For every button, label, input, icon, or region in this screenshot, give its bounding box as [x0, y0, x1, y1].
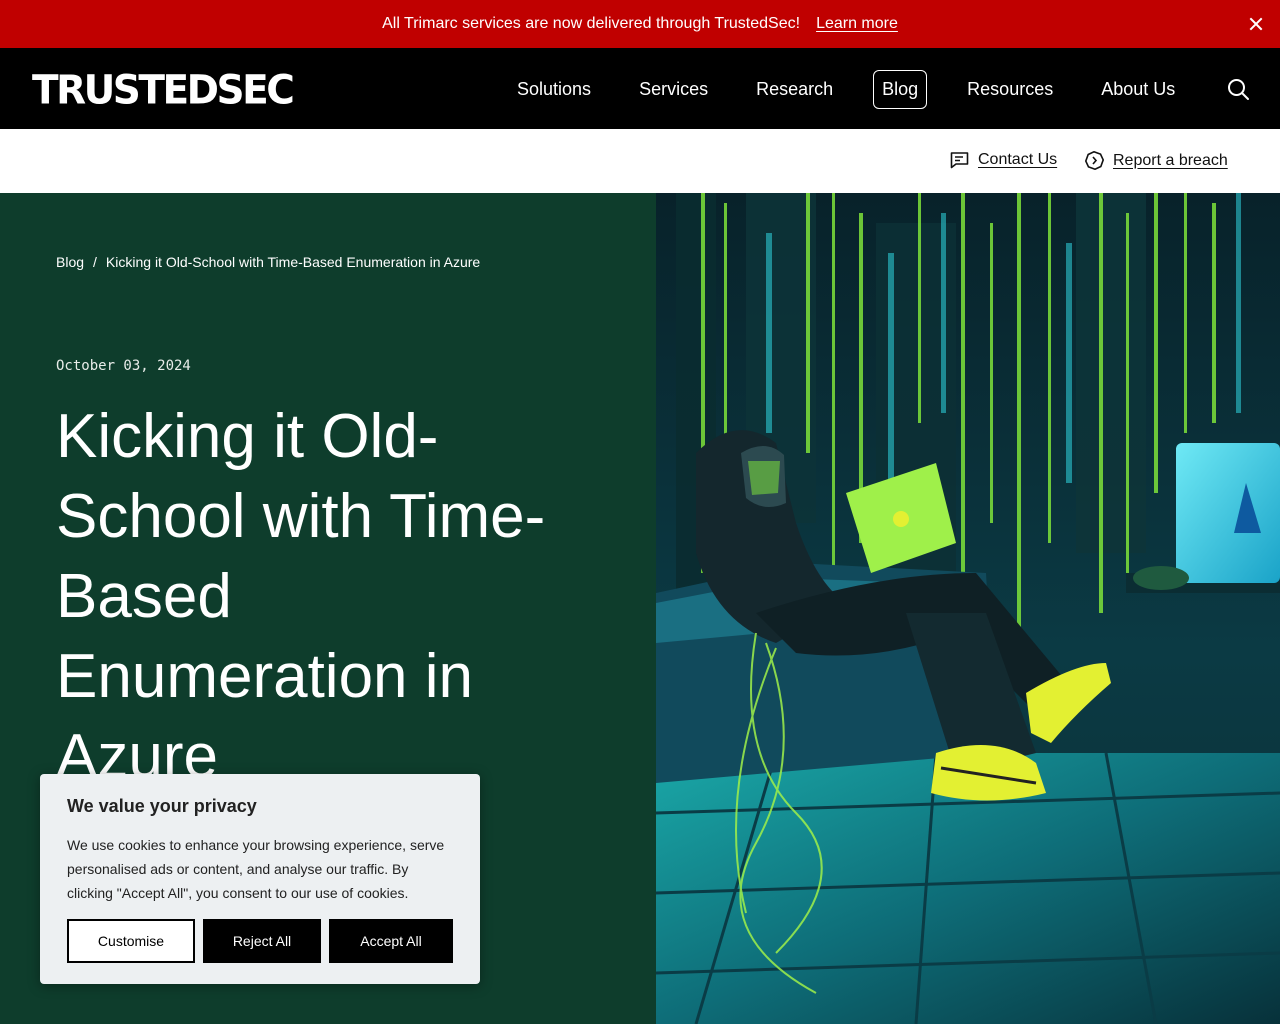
breadcrumb-blog-link[interactable]: Blog	[56, 254, 84, 270]
nav-item-about-us[interactable]: About Us	[1077, 71, 1199, 108]
learn-more-link[interactable]: Learn more	[816, 15, 898, 33]
site-logo[interactable]: TRUSTEDSEC	[32, 68, 295, 114]
cookie-banner: We value your privacy We use cookies to …	[40, 774, 480, 984]
nav-item-blog[interactable]: Blog	[873, 70, 928, 109]
alert-octagon-icon	[1085, 151, 1104, 170]
nav-item-solutions[interactable]: Solutions	[493, 71, 615, 108]
reject-all-button[interactable]: Reject All	[203, 919, 321, 963]
message-icon	[950, 152, 969, 169]
breadcrumb: Blog / Kicking it Old-School with Time-B…	[56, 254, 480, 270]
accept-all-button[interactable]: Accept All	[329, 919, 453, 963]
main-navigation: TRUSTEDSEC Solutions Services Research B…	[0, 48, 1280, 129]
nav-menu: Solutions Services Research Blog Resourc…	[493, 70, 1199, 109]
cookie-heading: We value your privacy	[67, 796, 257, 816]
secondary-bar: Contact Us Report a breach	[0, 129, 1280, 193]
nav-item-services[interactable]: Services	[615, 71, 732, 108]
post-date: October 03, 2024	[56, 358, 191, 374]
search-icon[interactable]	[1226, 77, 1250, 101]
report-breach-link[interactable]: Report a breach	[1085, 151, 1228, 170]
customise-button[interactable]: Customise	[67, 919, 195, 963]
announcement-bar: All Trimarc services are now delivered t…	[0, 0, 1280, 48]
report-breach-label: Report a breach	[1113, 151, 1228, 169]
cookie-buttons: Customise Reject All Accept All	[67, 919, 453, 963]
breadcrumb-separator: /	[93, 254, 97, 270]
contact-us-link[interactable]: Contact Us	[950, 151, 1057, 169]
close-icon[interactable]	[1246, 14, 1266, 34]
hero-illustration	[656, 193, 1280, 1024]
post-title: Kicking it Old-School with Time-Based En…	[56, 402, 546, 791]
nav-item-research[interactable]: Research	[732, 71, 857, 108]
hacker-illustration	[656, 193, 1280, 1024]
announcement-message: All Trimarc services are now delivered t…	[382, 15, 801, 32]
breadcrumb-current: Kicking it Old-School with Time-Based En…	[105, 254, 481, 270]
contact-us-label: Contact Us	[978, 151, 1058, 168]
nav-item-resources[interactable]: Resources	[943, 71, 1077, 108]
cookie-body: We use cookies to enhance your browsing …	[67, 837, 445, 901]
